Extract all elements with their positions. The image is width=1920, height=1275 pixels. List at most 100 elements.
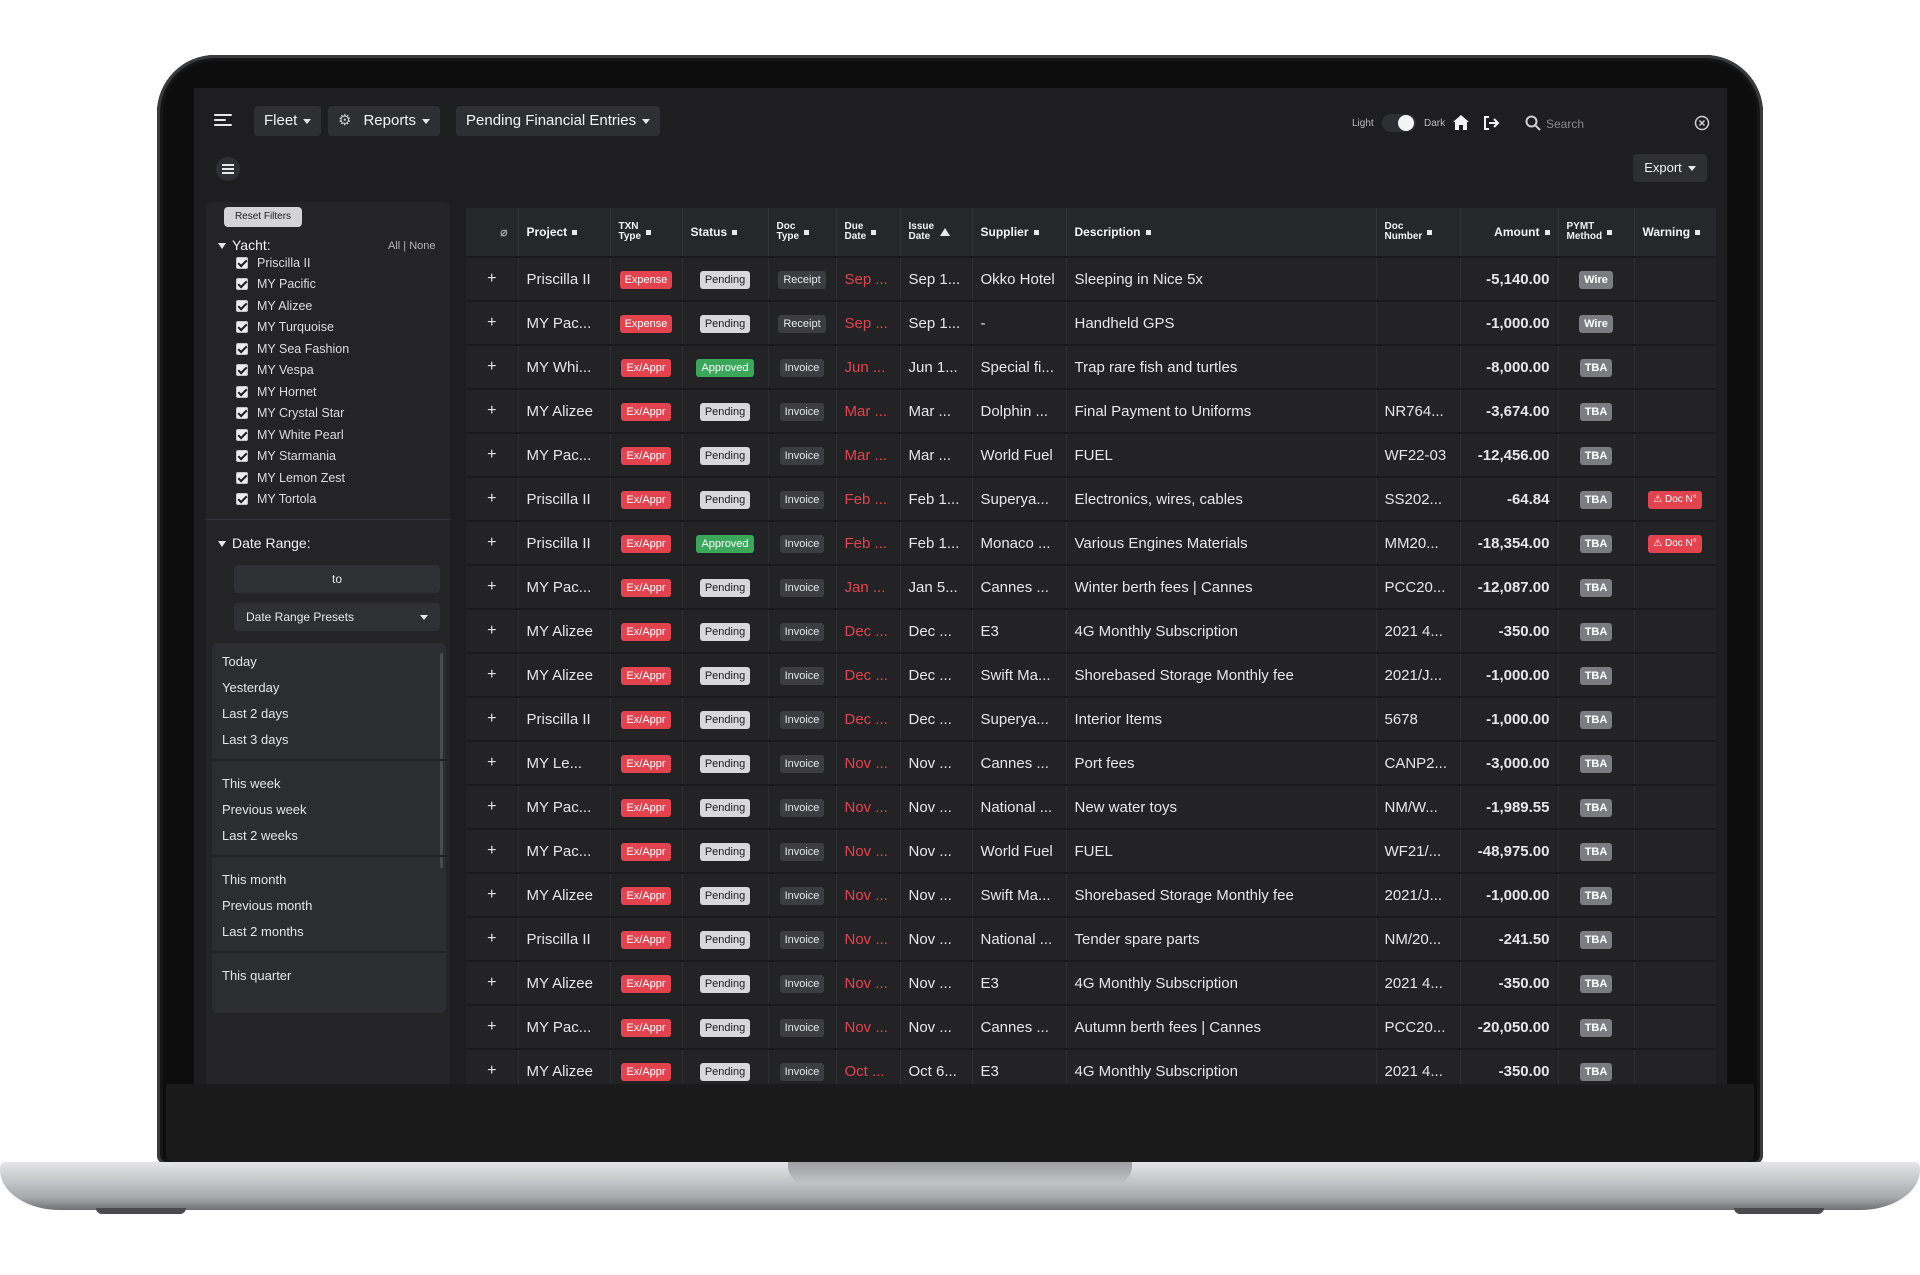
yacht-filter-item[interactable]: MY White Pearl [236, 424, 436, 446]
table-row[interactable]: + MY Whi... Ex/Appr Approved Invoice Jun ... J… [466, 344, 1716, 389]
warning-column-header[interactable]: Warning [1634, 208, 1716, 257]
yacht-filter-item[interactable]: Priscilla II [236, 252, 436, 274]
table-row[interactable]: + Priscilla II Ex/Appr Pending Invoice Dec ..… [466, 696, 1716, 741]
table-row[interactable]: + MY Pac... Ex/Appr Pending Invoice Nov ... No… [466, 784, 1716, 829]
expand-row-button[interactable]: + [466, 1048, 519, 1084]
expand-row-button[interactable]: + [466, 960, 519, 1005]
yacht-filter-item[interactable]: MY Lemon Zest [236, 467, 436, 489]
home-icon[interactable] [1452, 114, 1470, 132]
checkbox-checked-icon[interactable] [236, 321, 248, 334]
yacht-filter-item[interactable]: MY Sea Fashion [236, 338, 436, 360]
date-range-heading[interactable]: Date Range: [218, 535, 311, 551]
date-preset-option[interactable]: Last 2 weeks [212, 823, 446, 849]
table-row[interactable]: + MY Alizee Ex/Appr Pending Invoice Oct ... Oc… [466, 1048, 1716, 1084]
search-input[interactable] [1544, 111, 1688, 137]
expand-row-button[interactable]: + [466, 872, 519, 917]
date-preset-option[interactable]: This quarter [212, 963, 446, 989]
expand-row-button[interactable]: + [466, 432, 519, 477]
checkbox-checked-icon[interactable] [236, 342, 248, 355]
expand-row-button[interactable]: + [466, 652, 519, 697]
checkbox-checked-icon[interactable] [236, 471, 248, 484]
expand-row-button[interactable]: + [466, 696, 519, 741]
table-row[interactable]: + MY Le... Ex/Appr Pending Invoice Nov ... Nov… [466, 740, 1716, 785]
yacht-filter-item[interactable]: MY Vespa [236, 360, 436, 382]
project-column-header[interactable]: Project [518, 208, 611, 257]
amount-column-header[interactable]: Amount [1460, 208, 1559, 257]
expand-row-button[interactable]: + [466, 520, 519, 565]
table-row[interactable]: + MY Alizee Ex/Appr Pending Invoice Nov ... No… [466, 960, 1716, 1005]
checkbox-checked-icon[interactable] [236, 450, 248, 463]
export-button[interactable]: Export [1633, 154, 1707, 182]
description-column-header[interactable]: Description [1066, 208, 1377, 257]
yacht-filter-heading[interactable]: Yacht: [218, 237, 271, 253]
date-preset-option[interactable]: Previous week [212, 797, 446, 823]
yacht-filter-item[interactable]: MY Hornet [236, 381, 436, 403]
expand-row-button[interactable]: + [466, 476, 519, 521]
table-row[interactable]: + MY Alizee Ex/Appr Pending Invoice Dec ... De… [466, 608, 1716, 653]
yacht-filter-item[interactable]: MY Pacific [236, 274, 436, 296]
expand-row-button[interactable]: + [466, 740, 519, 785]
page-dropdown[interactable]: Pending Financial Entries [456, 106, 661, 136]
doc-number-column-header[interactable]: Doc Number [1376, 208, 1461, 257]
table-row[interactable]: + Priscilla II Ex/Appr Pending Invoice Feb ..… [466, 476, 1716, 521]
table-row[interactable]: + Priscilla II Ex/Appr Approved Invoice Feb .… [466, 520, 1716, 565]
yacht-filter-item[interactable]: MY Tortola [236, 489, 436, 511]
checkbox-checked-icon[interactable] [236, 385, 248, 398]
table-row[interactable]: + MY Pac... Ex/Appr Pending Invoice Jan ... Ja… [466, 564, 1716, 609]
checkbox-checked-icon[interactable] [236, 278, 248, 291]
yacht-filter-item[interactable]: MY Alizee [236, 295, 436, 317]
date-preset-option[interactable]: Today [212, 649, 446, 675]
yacht-filter-item[interactable]: MY Starmania [236, 446, 436, 468]
expand-row-button[interactable]: + [466, 388, 519, 433]
date-range-input[interactable]: to [234, 565, 440, 593]
date-range-presets-select[interactable]: Date Range Presets [234, 603, 440, 631]
expand-row-button[interactable]: + [466, 828, 519, 873]
reports-dropdown[interactable]: ⚙ Reports [328, 106, 440, 136]
all-none-toggle[interactable]: All | None [388, 240, 436, 252]
date-preset-option[interactable]: Last 2 months [212, 919, 446, 945]
table-row[interactable]: + Priscilla II Ex/Appr Pending Invoice Nov ..… [466, 916, 1716, 961]
doc-type-column-header[interactable]: Doc Type [768, 208, 837, 257]
sidebar-toggle-button[interactable] [216, 157, 240, 181]
expand-row-button[interactable]: + [466, 916, 519, 961]
expand-row-button[interactable]: + [466, 256, 519, 301]
yacht-filter-item[interactable]: MY Turquoise [236, 317, 436, 339]
issue-date-column-header[interactable]: Issue Date [900, 208, 973, 257]
table-row[interactable]: + MY Alizee Ex/Appr Pending Invoice Mar ... Ma… [466, 388, 1716, 433]
logout-icon[interactable] [1482, 114, 1500, 132]
expand-row-button[interactable]: + [466, 300, 519, 345]
expand-row-button[interactable]: + [466, 608, 519, 653]
expand-row-button[interactable]: + [466, 344, 519, 389]
payment-method-column-header[interactable]: PYMT Method [1558, 208, 1635, 257]
table-row[interactable]: + Priscilla II Expense Pending Receipt Sep ..… [466, 256, 1716, 301]
attachment-column-header[interactable]: ⌀ [466, 208, 519, 257]
table-row[interactable]: + MY Alizee Ex/Appr Pending Invoice Dec ... De… [466, 652, 1716, 697]
date-preset-option[interactable]: Yesterday [212, 675, 446, 701]
table-row[interactable]: + MY Pac... Ex/Appr Pending Invoice Mar ... Ma… [466, 432, 1716, 477]
date-preset-option[interactable]: This month [212, 867, 446, 893]
clear-search-icon[interactable] [1694, 115, 1710, 131]
expand-row-button[interactable]: + [466, 1004, 519, 1049]
theme-toggle[interactable] [1382, 114, 1416, 132]
status-column-header[interactable]: Status [682, 208, 769, 257]
table-row[interactable]: + MY Pac... Ex/Appr Pending Invoice Nov ... No… [466, 1004, 1716, 1049]
date-preset-option[interactable]: Previous month [212, 893, 446, 919]
reset-filters-button[interactable]: Reset Filters [224, 207, 302, 227]
expand-row-button[interactable]: + [466, 564, 519, 609]
txn-type-column-header[interactable]: TXN Type [610, 208, 683, 257]
date-preset-option[interactable]: This week [212, 771, 446, 797]
checkbox-checked-icon[interactable] [236, 428, 248, 441]
checkbox-checked-icon[interactable] [236, 299, 248, 312]
checkbox-checked-icon[interactable] [236, 256, 248, 269]
date-preset-option[interactable]: Last 3 days [212, 727, 446, 753]
table-row[interactable]: + MY Alizee Ex/Appr Pending Invoice Nov ... No… [466, 872, 1716, 917]
due-date-column-header[interactable]: Due Date [836, 208, 901, 257]
table-row[interactable]: + MY Pac... Ex/Appr Pending Invoice Nov ... No… [466, 828, 1716, 873]
expand-row-button[interactable]: + [466, 784, 519, 829]
date-preset-option[interactable]: Last 2 days [212, 701, 446, 727]
menu-logo-icon[interactable] [214, 114, 232, 128]
checkbox-checked-icon[interactable] [236, 493, 248, 506]
checkbox-checked-icon[interactable] [236, 364, 248, 377]
supplier-column-header[interactable]: Supplier [972, 208, 1067, 257]
checkbox-checked-icon[interactable] [236, 407, 248, 420]
